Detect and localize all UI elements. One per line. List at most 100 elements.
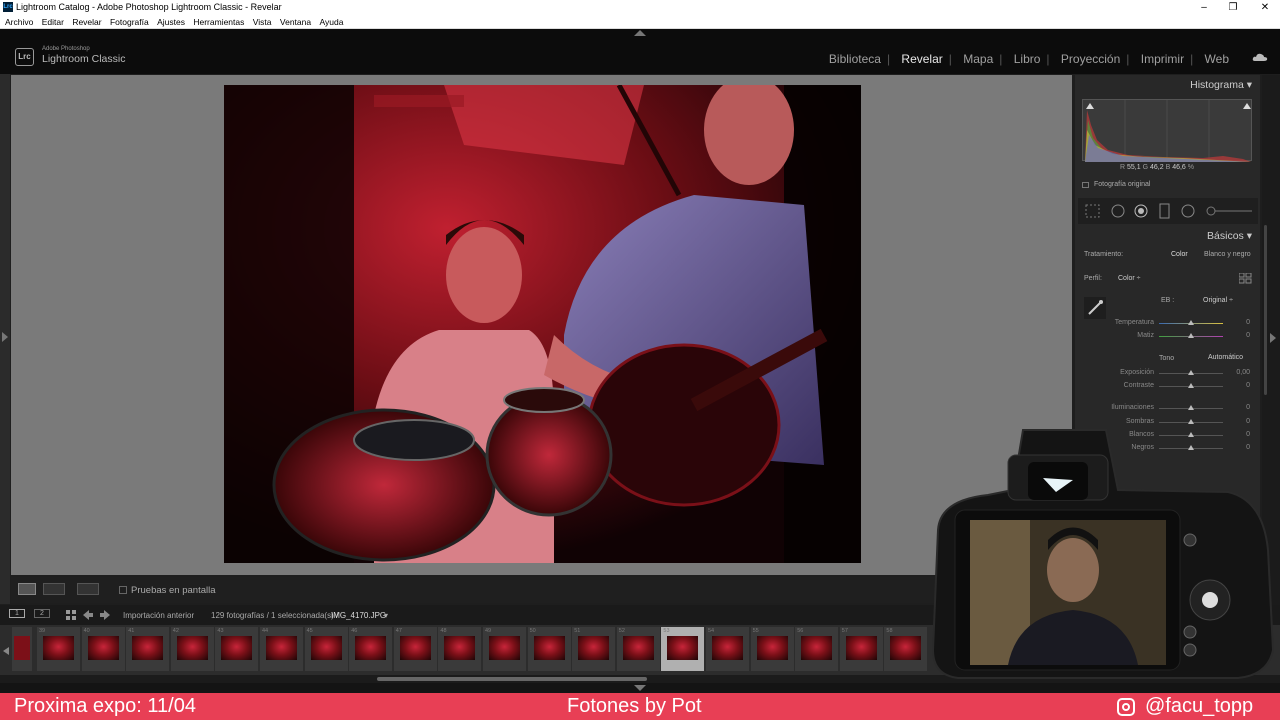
filmstrip-thumbnail	[87, 636, 119, 660]
menu-editar[interactable]: Editar	[42, 17, 64, 27]
filmstrip-cell[interactable]: 45	[304, 627, 348, 671]
filmstrip-thumbnail	[14, 636, 30, 660]
module-web[interactable]: Web	[1205, 52, 1229, 66]
before-after-button[interactable]	[43, 583, 65, 595]
slider-value[interactable]: 0	[1246, 319, 1250, 326]
original-photo-checkbox[interactable]	[1082, 182, 1089, 188]
basics-header[interactable]: Básicos ▾	[1207, 230, 1252, 242]
module-revelar[interactable]: Revelar	[901, 52, 942, 66]
minimize-button[interactable]: –	[1189, 0, 1219, 15]
menu-vista[interactable]: Vista	[253, 17, 272, 27]
close-button[interactable]: ✕	[1250, 0, 1280, 15]
slider-knob[interactable]	[1188, 333, 1194, 338]
filmstrip-left-arrow-icon[interactable]	[3, 647, 9, 655]
module-biblioteca[interactable]: Biblioteca	[829, 52, 881, 66]
treatment-color-button[interactable]: Color	[1171, 251, 1188, 258]
filmstrip-cell[interactable]: 57	[839, 627, 883, 671]
white-balance-eyedropper-icon[interactable]	[1084, 297, 1106, 319]
filmstrip-cell[interactable]: 50	[527, 627, 571, 671]
filmstrip-cell[interactable]: 47	[393, 627, 437, 671]
filmstrip-cell-number: 45	[306, 628, 313, 634]
maximize-button[interactable]: ❐	[1218, 0, 1248, 15]
filmstrip-cell[interactable]: 54	[706, 627, 749, 671]
filmstrip-source[interactable]: Importación anterior	[123, 611, 194, 620]
contrast-slider[interactable]: Contraste 0	[1075, 381, 1260, 393]
temperature-slider[interactable]: Temperatura 0	[1075, 318, 1260, 330]
wb-select[interactable]: Original ÷	[1203, 297, 1233, 304]
cloud-sync-icon[interactable]	[1252, 52, 1268, 62]
secondary-window-button[interactable]: 2	[34, 609, 50, 618]
menu-herramientas[interactable]: Herramientas	[193, 17, 244, 27]
slider-value[interactable]: 0	[1246, 404, 1250, 411]
module-separator: |	[1190, 52, 1194, 66]
collapse-right-panel-icon[interactable]	[1270, 333, 1276, 343]
menu-ventana[interactable]: Ventana	[280, 17, 311, 27]
highlights-slider[interactable]: Iluminaciones 0	[1075, 403, 1260, 415]
slider-value[interactable]: 0	[1246, 332, 1250, 339]
histogram-header[interactable]: Histograma ▾	[1190, 79, 1252, 91]
filmstrip-cell-partial[interactable]	[12, 627, 32, 671]
back-arrow-icon[interactable]	[83, 610, 93, 620]
filmstrip-filename[interactable]: IMG_4170.JPG	[331, 611, 386, 620]
menu-ajustes[interactable]: Ajustes	[157, 17, 185, 27]
before-after-xy-button[interactable]	[77, 583, 99, 595]
slider-value[interactable]: 0	[1246, 382, 1250, 389]
profile-select[interactable]: Color ÷	[1118, 275, 1141, 282]
menu-ayuda[interactable]: Ayuda	[319, 17, 343, 27]
filename-dropdown-icon[interactable]: ▾	[384, 611, 388, 620]
grid-view-icon[interactable]	[66, 610, 76, 620]
module-proyeccion[interactable]: Proyección	[1061, 52, 1120, 66]
expand-left-panel-icon[interactable]	[2, 332, 8, 342]
filmstrip-cell[interactable]: 39	[37, 627, 80, 671]
collapse-filmstrip-icon[interactable]	[634, 685, 646, 691]
menu-revelar[interactable]: Revelar	[72, 17, 101, 27]
scrollbar-thumb[interactable]	[1264, 225, 1267, 395]
slider-value[interactable]: 0,00	[1236, 369, 1250, 376]
collapse-top-panel-icon[interactable]	[634, 30, 646, 36]
filmstrip-cell[interactable]: 41	[126, 627, 170, 671]
filmstrip-cell[interactable]: 44	[260, 627, 303, 671]
exposure-slider[interactable]: Exposición 0,00	[1075, 368, 1260, 380]
slider-knob[interactable]	[1188, 370, 1194, 375]
histogram-graph[interactable]	[1082, 99, 1252, 162]
filmstrip-cell-number: 39	[39, 628, 46, 634]
module-mapa[interactable]: Mapa	[963, 52, 993, 66]
filmstrip-cell-number: 43	[217, 628, 224, 634]
module-libro[interactable]: Libro	[1014, 52, 1041, 66]
tint-slider[interactable]: Matiz 0	[1075, 331, 1260, 343]
loupe-photo[interactable]	[224, 85, 861, 563]
filmstrip-cell[interactable]: 42	[170, 627, 214, 671]
shadow-clip-indicator[interactable]	[1086, 103, 1094, 109]
profile-browser-icon[interactable]	[1239, 273, 1252, 284]
left-panel-collapsed[interactable]	[0, 74, 10, 604]
loupe-view-button[interactable]	[18, 583, 36, 595]
filmstrip-cell[interactable]: 46	[349, 627, 393, 671]
treatment-bw-button[interactable]: Blanco y negro	[1204, 251, 1251, 258]
soft-proof-checkbox[interactable]	[119, 586, 127, 594]
filmstrip-cell[interactable]: 49	[483, 627, 526, 671]
filmstrip-cell-number: 57	[841, 628, 848, 634]
slider-knob[interactable]	[1188, 405, 1194, 410]
filmstrip-cell[interactable]: 55	[750, 627, 794, 671]
filmstrip-cell[interactable]: 51	[572, 627, 616, 671]
filmstrip-cell[interactable]: 58	[884, 627, 928, 671]
filmstrip-cell[interactable]: 52	[616, 627, 660, 671]
slider-label: Iluminaciones	[1111, 404, 1154, 411]
module-imprimir[interactable]: Imprimir	[1141, 52, 1184, 66]
filmstrip-cell[interactable]: 48	[438, 627, 482, 671]
slider-knob[interactable]	[1188, 320, 1194, 325]
filmstrip-thumbnail	[890, 636, 922, 660]
filmstrip-cell[interactable]: 56	[795, 627, 839, 671]
menu-fotografia[interactable]: Fotografía	[110, 17, 149, 27]
auto-tone-button[interactable]: Automático	[1208, 354, 1243, 361]
highlight-clip-indicator[interactable]	[1243, 103, 1251, 109]
primary-window-button[interactable]: 1	[9, 609, 25, 618]
menu-archivo[interactable]: Archivo	[5, 17, 33, 27]
slider-knob[interactable]	[1188, 383, 1194, 388]
filmstrip-scroll-thumb[interactable]	[377, 677, 647, 681]
forward-arrow-icon[interactable]	[100, 610, 110, 620]
filmstrip-cell-selected[interactable]: 53	[661, 627, 705, 671]
filmstrip-cell[interactable]: 40	[81, 627, 125, 671]
filmstrip-cell[interactable]: 43	[215, 627, 259, 671]
lightroom-logo: Lrc	[15, 48, 34, 66]
